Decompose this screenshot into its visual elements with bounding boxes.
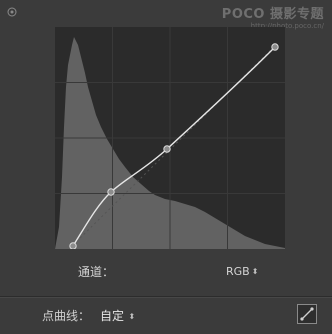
point-curve-label: 点曲线： (42, 309, 91, 323)
point-curve-select[interactable]: 自定 ⬍ (100, 309, 135, 324)
divider (0, 297, 332, 298)
channel-value: RGB (226, 265, 250, 278)
curve-control-point[interactable] (271, 43, 279, 51)
edit-point-curve-icon (300, 307, 314, 321)
channel-select[interactable]: RGB ⬍ (226, 265, 258, 279)
watermark-brand: POCO 摄影专题 (221, 7, 324, 22)
curve-control-point[interactable] (69, 242, 77, 249)
target-adjustment-icon[interactable] (7, 7, 17, 17)
updown-chevron-icon: ⬍ (251, 267, 259, 276)
edit-point-curve-button[interactable] (297, 304, 317, 324)
curve-control-point[interactable] (163, 145, 171, 153)
tone-curve-panel: POCO 摄影专题 http://photo.poco.cn/ 通道： RGB ⬍… (0, 0, 332, 334)
point-curve-value: 自定 (100, 309, 125, 323)
channel-label: 通道： (78, 265, 115, 279)
updown-chevron-icon: ⬍ (126, 312, 136, 321)
tone-curve-graph[interactable] (55, 27, 285, 249)
curve-control-point[interactable] (107, 188, 115, 196)
